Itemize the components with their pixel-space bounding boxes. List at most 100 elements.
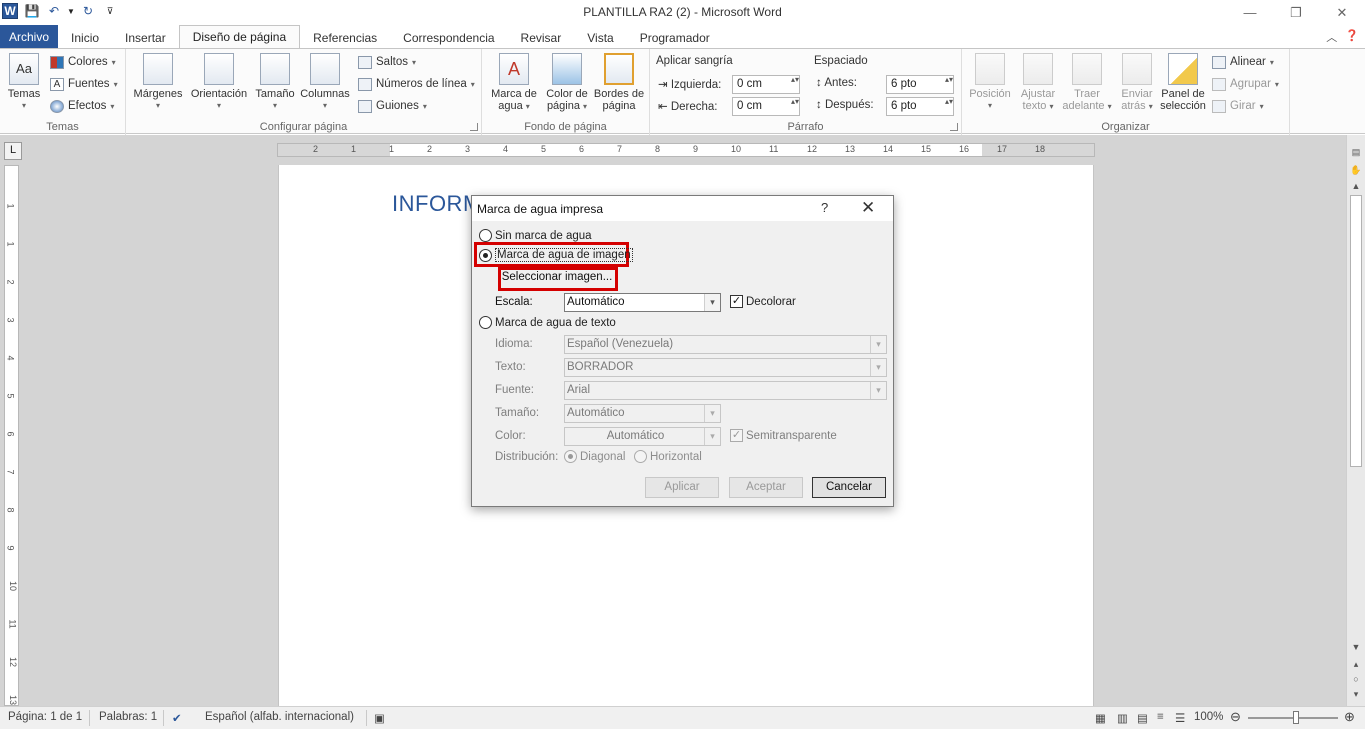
- undo-icon[interactable]: ↶: [46, 3, 62, 19]
- scroll-up-icon[interactable]: ▲: [1349, 179, 1363, 193]
- marca-agua-button[interactable]: A Marca de agua ▾: [488, 53, 540, 113]
- bordes-pagina-button[interactable]: Bordes de página: [592, 53, 646, 112]
- web-layout-icon[interactable]: ▤: [1137, 711, 1148, 725]
- tab-selector-icon[interactable]: L: [4, 142, 22, 160]
- alinear-button[interactable]: Alinear ▾: [1212, 53, 1274, 71]
- escala-combo[interactable]: Automático ▾: [564, 293, 721, 312]
- fuente-combo[interactable]: Arial ▾: [564, 381, 887, 400]
- tab-archivo[interactable]: Archivo: [0, 25, 59, 49]
- close-icon[interactable]: ✕: [861, 198, 875, 218]
- help-button[interactable]: ?: [821, 200, 828, 215]
- radio-marca-texto[interactable]: Marca de agua de texto: [479, 316, 616, 329]
- color-pagina-button[interactable]: Color de página ▾: [542, 53, 592, 113]
- tab-insertar[interactable]: Insertar: [112, 27, 179, 49]
- draft-icon[interactable]: ☰: [1175, 711, 1185, 725]
- chevron-down-icon[interactable]: ▾: [870, 382, 886, 399]
- restore-icon[interactable]: ❐: [1273, 0, 1319, 25]
- chevron-down-icon[interactable]: ▾: [704, 428, 720, 445]
- previous-page-icon[interactable]: ▴: [1349, 657, 1363, 671]
- traer-adelante-button[interactable]: Traer adelante ▾: [1062, 53, 1112, 113]
- girar-button[interactable]: Girar ▾: [1212, 97, 1264, 115]
- posicion-button[interactable]: Posición ▾: [966, 53, 1014, 112]
- chevron-down-icon[interactable]: ▾: [870, 359, 886, 376]
- close-window-icon[interactable]: ✕: [1319, 0, 1365, 25]
- seleccionar-imagen-button[interactable]: Seleccionar imagen...: [501, 268, 613, 289]
- agrupar-button[interactable]: Agrupar ▾: [1212, 75, 1279, 93]
- vertical-ruler[interactable]: 11234567891011121314: [4, 165, 19, 706]
- saltos-button[interactable]: Saltos ▾: [358, 53, 416, 71]
- macro-record-icon[interactable]: ▣: [374, 711, 385, 725]
- panel-seleccion-button[interactable]: Panel de selección: [1158, 53, 1208, 112]
- undo-dropdown-icon[interactable]: ▼: [67, 3, 75, 19]
- horizontal-ruler[interactable]: 2 1 1 2 3 4 5 6 7 8 9 10 11 12 13 14 15 16 17 18: [277, 143, 1095, 157]
- chevron-down-icon[interactable]: ▾: [704, 294, 720, 311]
- scroll-down-icon[interactable]: ▼: [1349, 640, 1363, 654]
- full-screen-reading-icon[interactable]: ▥: [1117, 711, 1128, 725]
- radio-circle-selected[interactable]: [479, 248, 492, 262]
- tab-referencias[interactable]: Referencias: [300, 27, 390, 49]
- radio-circle[interactable]: [479, 316, 492, 329]
- chevron-down-icon[interactable]: ▾: [870, 336, 886, 353]
- tab-revisar[interactable]: Revisar: [508, 27, 575, 49]
- radio-diagonal[interactable]: Diagonal: [564, 450, 625, 463]
- aplicar-button[interactable]: Aplicar: [645, 477, 719, 498]
- ruler-toggle-icon[interactable]: ▤: [1349, 145, 1363, 159]
- guiones-button[interactable]: Guiones ▾: [358, 97, 427, 115]
- radio-horizontal[interactable]: Horizontal: [634, 450, 702, 463]
- check-icon[interactable]: ✓: [730, 295, 743, 308]
- proofing-icon[interactable]: ✔: [172, 711, 182, 725]
- browse-object-icon[interactable]: ○: [1349, 672, 1363, 686]
- hand-icon[interactable]: ✋: [1349, 163, 1363, 177]
- izquierda-spinner[interactable]: 0 cm: [732, 75, 800, 94]
- numeros-linea-button[interactable]: Números de línea ▾: [358, 75, 475, 93]
- tab-inicio[interactable]: Inicio: [58, 27, 112, 49]
- ajustar-texto-button[interactable]: Ajustar texto ▾: [1014, 53, 1062, 113]
- scroll-thumb[interactable]: [1350, 195, 1362, 467]
- aceptar-button[interactable]: Aceptar: [729, 477, 803, 498]
- semitransparente-checkbox[interactable]: ✓ Semitransparente: [730, 429, 837, 442]
- word-app-icon[interactable]: W: [2, 3, 18, 19]
- despues-spinner[interactable]: 6 pto: [886, 97, 954, 116]
- minimize-ribbon-icon[interactable]: ︿: [1326, 29, 1337, 45]
- check-icon[interactable]: ✓: [730, 429, 743, 442]
- page-count[interactable]: Página: 1 de 1: [8, 711, 82, 723]
- texto-combo[interactable]: BORRADOR ▾: [564, 358, 887, 377]
- colores-button[interactable]: Colores ▾: [50, 53, 116, 71]
- margenes-button[interactable]: Márgenes ▾: [132, 53, 184, 112]
- tab-diseno-pagina[interactable]: Diseño de página: [178, 25, 301, 49]
- word-count[interactable]: Palabras: 1: [99, 711, 157, 723]
- zoom-slider-thumb[interactable]: [1293, 711, 1299, 724]
- antes-spinner[interactable]: 6 pto: [886, 75, 954, 94]
- zoom-out-icon[interactable]: ⊖: [1230, 709, 1241, 725]
- zoom-level[interactable]: 100%: [1194, 711, 1223, 723]
- tab-programador[interactable]: Programador: [627, 27, 723, 49]
- radio-marca-imagen[interactable]: Marca de agua de imagen: [479, 248, 633, 262]
- idioma-combo[interactable]: Español (Venezuela) ▾: [564, 335, 887, 354]
- orientacion-button[interactable]: Orientación ▾: [188, 53, 250, 112]
- columnas-button[interactable]: Columnas ▾: [299, 53, 351, 112]
- print-layout-icon[interactable]: ▦: [1095, 711, 1106, 725]
- tab-correspondencia[interactable]: Correspondencia: [390, 27, 507, 49]
- language-status[interactable]: Español (alfab. internacional): [205, 711, 354, 723]
- help-icon[interactable]: ❓: [1345, 29, 1359, 45]
- fuentes-button[interactable]: A Fuentes ▾: [50, 75, 118, 93]
- temas-button[interactable]: Aa Temas ▾: [4, 53, 44, 112]
- radio-sin-marca[interactable]: Sin marca de agua: [479, 229, 592, 242]
- color-combo[interactable]: Automático ▾: [564, 427, 721, 446]
- tab-vista[interactable]: Vista: [574, 27, 626, 49]
- outline-icon[interactable]: ≡: [1157, 711, 1164, 723]
- derecha-spinner[interactable]: 0 cm: [732, 97, 800, 116]
- tamano-button[interactable]: Tamaño ▾: [253, 53, 297, 112]
- efectos-button[interactable]: Efectos ▾: [50, 97, 114, 115]
- customize-qat-icon[interactable]: ⊽: [102, 3, 118, 19]
- tamano-combo[interactable]: Automático ▾: [564, 404, 721, 423]
- save-icon[interactable]: 💾: [24, 3, 40, 19]
- radio-circle-selected[interactable]: [564, 450, 577, 463]
- minimize-icon[interactable]: —: [1227, 0, 1273, 25]
- decolorar-checkbox[interactable]: ✓ Decolorar: [730, 295, 796, 308]
- cancelar-button[interactable]: Cancelar: [812, 477, 886, 498]
- chevron-down-icon[interactable]: ▾: [704, 405, 720, 422]
- next-page-icon[interactable]: ▾: [1349, 687, 1363, 701]
- parrafo-dialog-launcher[interactable]: [950, 123, 958, 131]
- configurar-dialog-launcher[interactable]: [470, 123, 478, 131]
